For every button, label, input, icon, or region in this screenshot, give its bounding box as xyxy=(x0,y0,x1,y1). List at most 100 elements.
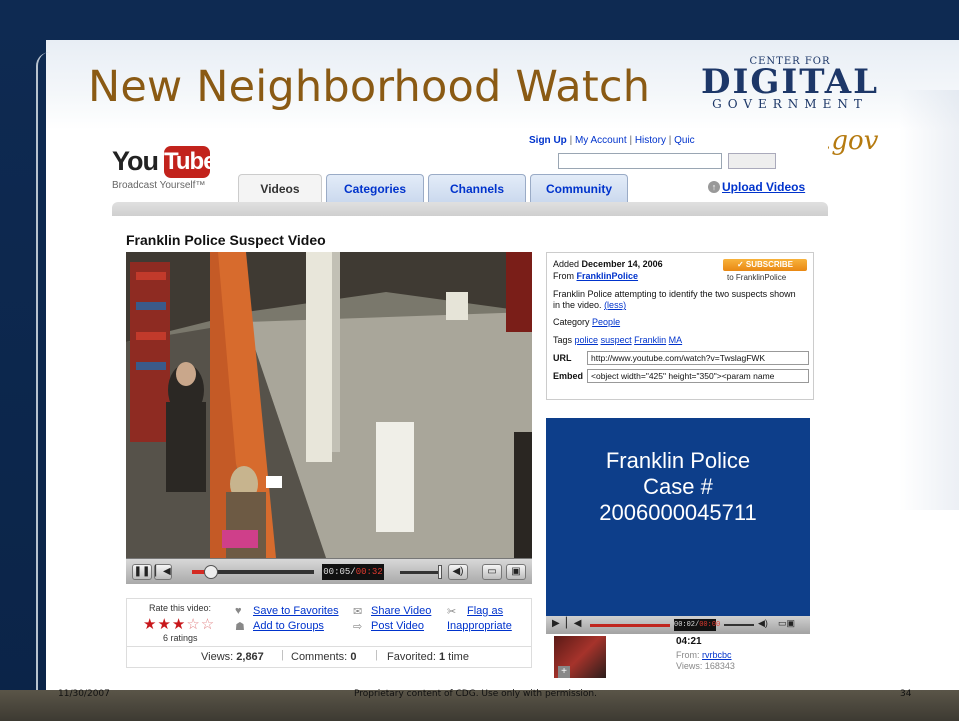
top-links: Sign Up | My Account | History | Quic xyxy=(529,135,695,146)
uploader-link[interactable]: FranklinPolice xyxy=(577,271,639,281)
time-display: 00:05/00:32 xyxy=(322,564,384,580)
subscribe-button[interactable]: ✓ SUBSCRIBE xyxy=(723,259,807,271)
decorative-curve xyxy=(36,52,50,692)
tab-channels[interactable]: Channels xyxy=(428,174,526,202)
add-icon[interactable]: + xyxy=(558,666,570,678)
group-icon: ☗ xyxy=(235,621,245,633)
related-player-controls: ▶ ▏◀ 00:02/00:00 ◀) ▭▣ xyxy=(546,616,810,634)
favorited-stat: Favorited: 1 time xyxy=(387,651,469,663)
favorited-count: 1 xyxy=(438,651,446,663)
stars-empty: ☆☆ xyxy=(186,616,216,633)
related-progress-bar[interactable] xyxy=(590,624,670,627)
flag-link-line1[interactable]: Flag as xyxy=(467,605,503,617)
heart-icon: ♥ xyxy=(235,605,242,617)
tab-bar xyxy=(112,202,828,216)
add-to-groups-link[interactable]: Add to Groups xyxy=(253,620,324,632)
flag-link-line2[interactable]: Inappropriate xyxy=(447,620,512,632)
related-uploader-link[interactable]: rvrbcbc xyxy=(702,650,732,660)
slide-title: New Neighborhood Watch xyxy=(88,62,651,112)
logo-line-2: DIGITAL xyxy=(700,62,880,102)
progress-knob[interactable] xyxy=(204,565,218,579)
rewind-icon[interactable]: ▏◀ xyxy=(566,618,581,629)
tag-link[interactable]: suspect xyxy=(601,335,632,345)
post-video-link[interactable]: Post Video xyxy=(371,620,424,632)
related-volume-slider[interactable] xyxy=(724,624,754,626)
volume-knob[interactable] xyxy=(438,565,442,579)
logo-slogan: Broadcast Yourself™ xyxy=(112,180,206,191)
category-link[interactable]: People xyxy=(592,317,620,327)
related-video-player[interactable]: Franklin Police Case # 2006000045711 xyxy=(546,418,810,616)
subscribe-caption: to FranklinPolice xyxy=(727,273,787,282)
tag-link[interactable]: MA xyxy=(669,335,683,345)
pause-button[interactable]: ❚❚ xyxy=(132,564,152,580)
footer-note: Proprietary content of CDG. Use only wit… xyxy=(354,689,597,699)
fullscreen-icon[interactable]: ▣ xyxy=(506,564,526,580)
video-player[interactable] xyxy=(126,252,532,558)
cdg-logo: CENTER FOR DIGITAL GOVERNMENT xyxy=(692,56,888,114)
video-title: Franklin Police Suspect Video xyxy=(126,232,326,248)
fullscreen-icon[interactable]: ▭▣ xyxy=(778,618,795,629)
volume-slider[interactable] xyxy=(400,571,440,574)
embed-field[interactable]: <object width="425" height="350"><param … xyxy=(587,369,809,383)
added-row: Added December 14, 2006 xyxy=(553,259,663,269)
related-views: Views: 168343 xyxy=(676,661,735,671)
volume-icon[interactable]: ◀) xyxy=(448,564,468,580)
search-button[interactable] xyxy=(728,153,776,169)
tags-row: Tags police suspect Franklin MA xyxy=(553,335,683,345)
video-info-box: Added December 14, 2006 From FranklinPol… xyxy=(546,252,814,400)
video-controls: ❚❚ ▏◀ 00:05/00:32 ◀) ▭ ▣ xyxy=(126,558,532,584)
signup-link[interactable]: Sign Up xyxy=(529,135,567,146)
views-count: 2,867 xyxy=(236,651,264,663)
less-link[interactable]: (less) xyxy=(604,300,626,310)
comments-stat: Comments: 0 xyxy=(291,651,357,663)
flag-icon: ✂ xyxy=(447,606,457,618)
volume-icon[interactable]: ◀) xyxy=(758,618,768,629)
my-account-link[interactable]: My Account xyxy=(575,135,627,146)
video-frame xyxy=(126,252,532,558)
page-number: 34 xyxy=(900,689,912,699)
from-row: From FranklinPolice xyxy=(553,271,639,281)
related-time-display: 00:02/00:00 xyxy=(674,619,721,631)
views-stat: Views: 2,867 xyxy=(201,651,264,663)
url-label: URL xyxy=(553,353,572,363)
embed-label: Embed xyxy=(553,371,584,381)
youtube-logo[interactable]: You Tube Broadcast Yourself™ xyxy=(112,142,232,192)
save-to-favorites-link[interactable]: Save to Favorites xyxy=(253,605,339,617)
tab-community[interactable]: Community xyxy=(530,174,628,202)
slide: New Neighborhood Watch CENTER FOR DIGITA… xyxy=(0,0,959,721)
rating-count: 6 ratings xyxy=(163,633,198,643)
logo-you: You xyxy=(112,146,159,176)
share-video-link[interactable]: Share Video xyxy=(371,605,431,617)
history-link[interactable]: History xyxy=(635,135,666,146)
url-field[interactable]: http://www.youtube.com/watch?v=TwslagFWK xyxy=(587,351,809,365)
tab-videos[interactable]: Videos xyxy=(238,174,322,202)
rating-stars[interactable]: ★★★☆☆ xyxy=(143,615,215,633)
window-size-icon[interactable]: ▭ xyxy=(482,564,502,580)
video-description: Franklin Police attempting to identify t… xyxy=(553,289,796,310)
search-input[interactable] xyxy=(558,153,722,169)
stats-divider: | xyxy=(375,649,378,661)
post-icon: ⇨ xyxy=(353,621,363,633)
envelope-icon: ✉ xyxy=(353,606,363,618)
quicklist-link[interactable]: Quic xyxy=(674,135,695,146)
tag-link[interactable]: Franklin xyxy=(634,335,666,345)
added-date: December 14, 2006 xyxy=(581,259,663,269)
related-video-title-card: Franklin Police Case # 2006000045711 xyxy=(599,448,757,525)
tag-link[interactable]: police xyxy=(575,335,599,345)
stars-filled: ★★★ xyxy=(143,616,187,633)
related-list-item[interactable]: + 04:21 From: rvrbcbc Views: 168343 xyxy=(546,634,810,684)
youtube-screenshot: You Tube Broadcast Yourself™ Sign Up | M… xyxy=(108,128,828,688)
decorative-glow xyxy=(899,90,959,510)
related-duration: 04:21 xyxy=(676,636,702,647)
comments-count: 0 xyxy=(350,651,357,663)
logo-tube: Tube xyxy=(164,146,217,178)
stats-divider: | xyxy=(281,649,284,661)
footer-date: 11/30/2007 xyxy=(58,689,110,699)
upload-videos-link[interactable]: Upload Videos xyxy=(722,180,805,194)
tab-categories[interactable]: Categories xyxy=(326,174,424,202)
rewind-button[interactable]: ▏◀ xyxy=(154,564,172,580)
category-row: Category People xyxy=(553,317,621,327)
related-from: From: rvrbcbc xyxy=(676,650,732,660)
play-icon[interactable]: ▶ xyxy=(552,618,560,629)
rating-actions-box: Rate this video: ★★★☆☆ 6 ratings ♥ Save … xyxy=(126,598,532,646)
